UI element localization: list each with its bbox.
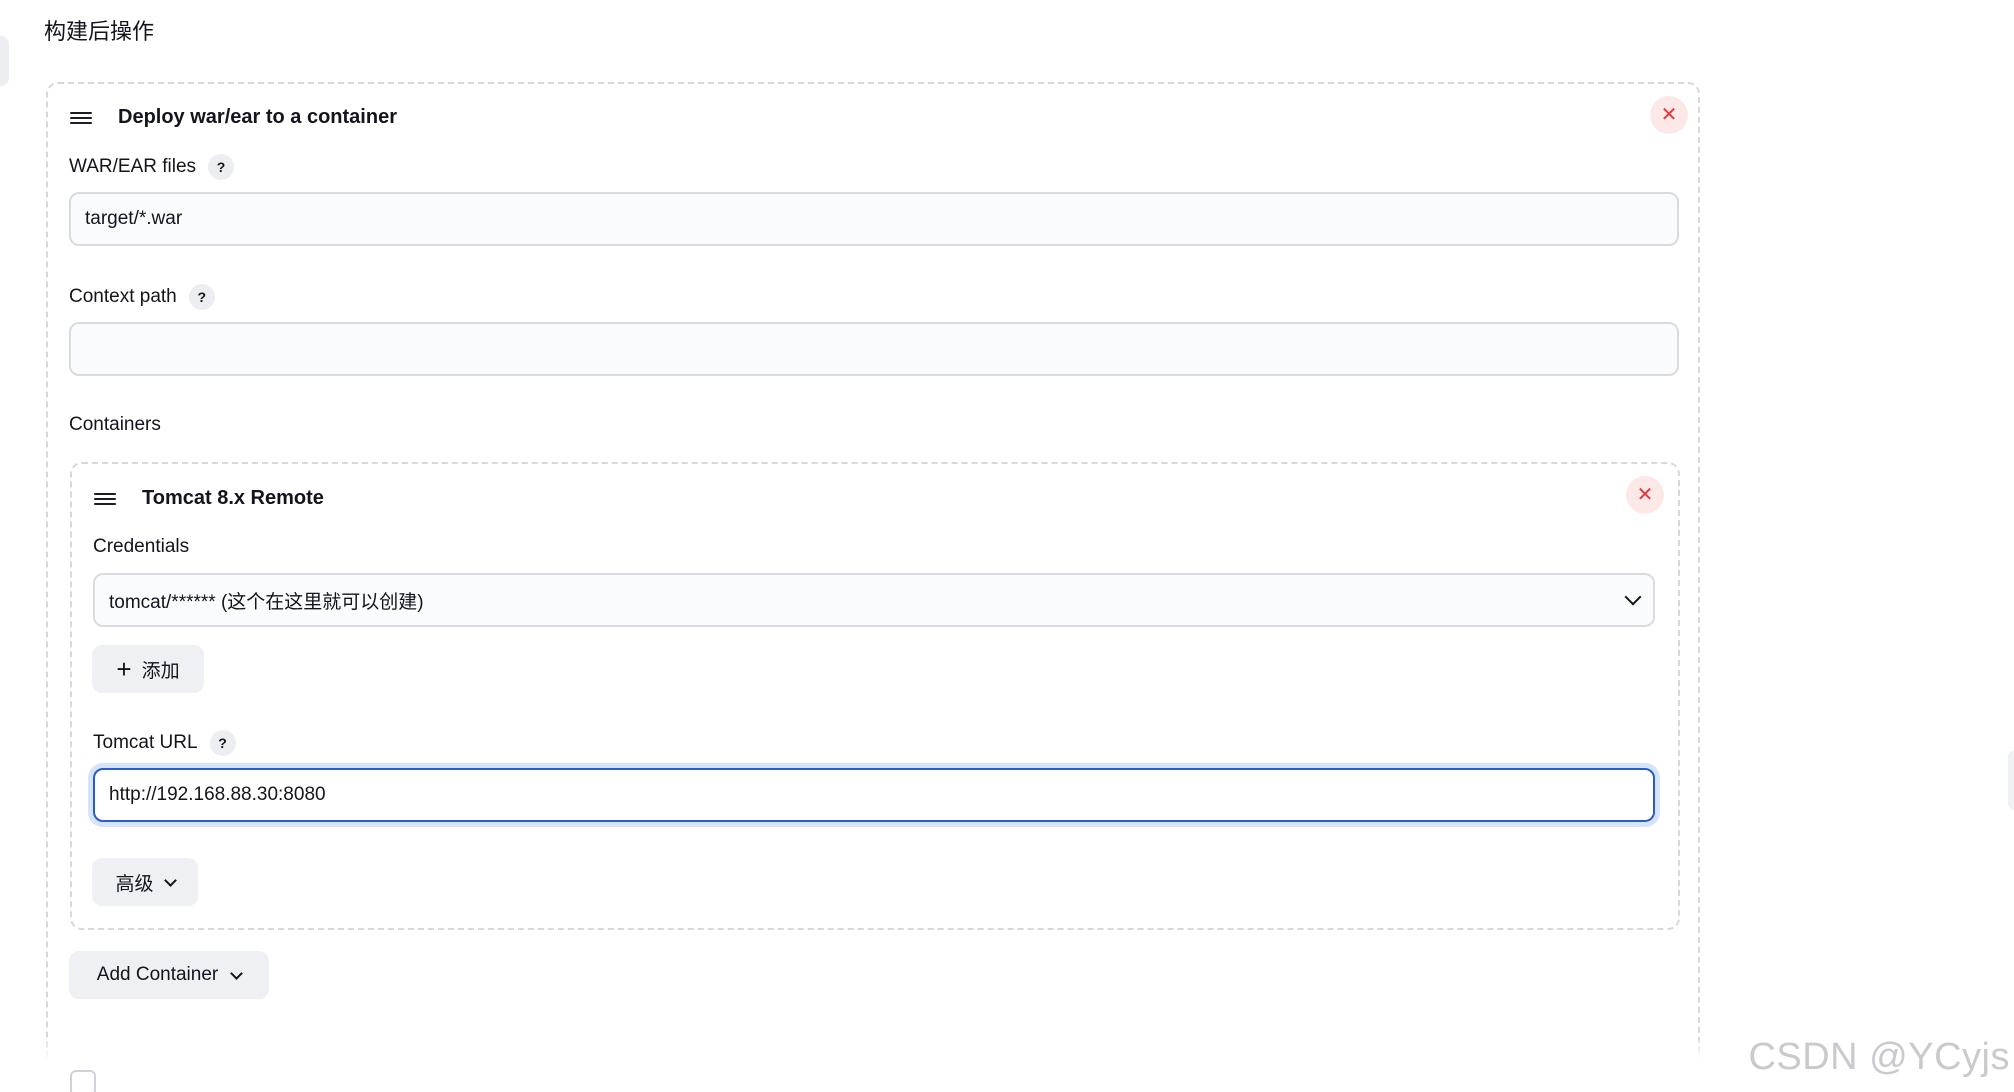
chevron-down-icon (230, 966, 244, 980)
add-credentials-button[interactable]: + 添加 (92, 645, 204, 693)
help-icon[interactable]: ? (209, 730, 236, 756)
tomcat-url-input[interactable] (93, 768, 1655, 822)
watermark: CSDN @YCyjs (1748, 1036, 2010, 1078)
drag-handle-icon[interactable] (70, 111, 94, 125)
scroll-handle[interactable] (2008, 750, 2014, 810)
close-icon[interactable]: ✕ (1650, 96, 1688, 134)
chevron-down-icon (163, 873, 177, 887)
container-card (70, 462, 1680, 930)
side-tab[interactable] (0, 36, 9, 86)
credentials-selected-value: tomcat/****** (这个在这里就可以创建) (109, 591, 424, 613)
containers-label: Containers (69, 414, 161, 435)
close-icon[interactable]: ✕ (1626, 476, 1664, 514)
add-credentials-label: 添加 (141, 660, 180, 682)
advanced-label: 高级 (115, 873, 154, 895)
war-files-label: WAR/EAR files ? (69, 154, 235, 180)
container-card-title: Tomcat 8.x Remote (142, 487, 324, 509)
context-path-label: Context path ? (69, 284, 215, 310)
advanced-button[interactable]: 高级 (92, 858, 198, 906)
deploy-card-header: Deploy war/ear to a container (70, 106, 397, 129)
checkbox[interactable] (70, 1070, 96, 1092)
war-files-input[interactable] (69, 192, 1679, 246)
help-icon[interactable]: ? (208, 154, 235, 180)
chevron-down-icon (1624, 588, 1642, 606)
page: 构建后操作 Deploy war/ear to a container ✕ WA… (0, 0, 2014, 1092)
credentials-label: Credentials (93, 536, 190, 557)
credentials-select[interactable]: tomcat/****** (这个在这里就可以创建) (93, 573, 1655, 627)
context-path-label-text: Context path (69, 286, 177, 307)
tomcat-url-label-text: Tomcat URL (93, 732, 198, 753)
bottom-fade (0, 1040, 2014, 1092)
deploy-card-title: Deploy war/ear to a container (118, 106, 397, 128)
plus-icon: + (116, 654, 132, 684)
tomcat-url-label: Tomcat URL ? (93, 730, 236, 756)
section-title: 构建后操作 (44, 19, 155, 44)
add-container-button[interactable]: Add Container (69, 951, 269, 999)
add-container-label: Add Container (96, 964, 219, 985)
container-card-header: Tomcat 8.x Remote (94, 487, 324, 510)
context-path-input[interactable] (69, 322, 1679, 376)
help-icon[interactable]: ? (188, 284, 215, 310)
war-files-label-text: WAR/EAR files (69, 156, 197, 177)
drag-handle-icon[interactable] (94, 492, 118, 506)
